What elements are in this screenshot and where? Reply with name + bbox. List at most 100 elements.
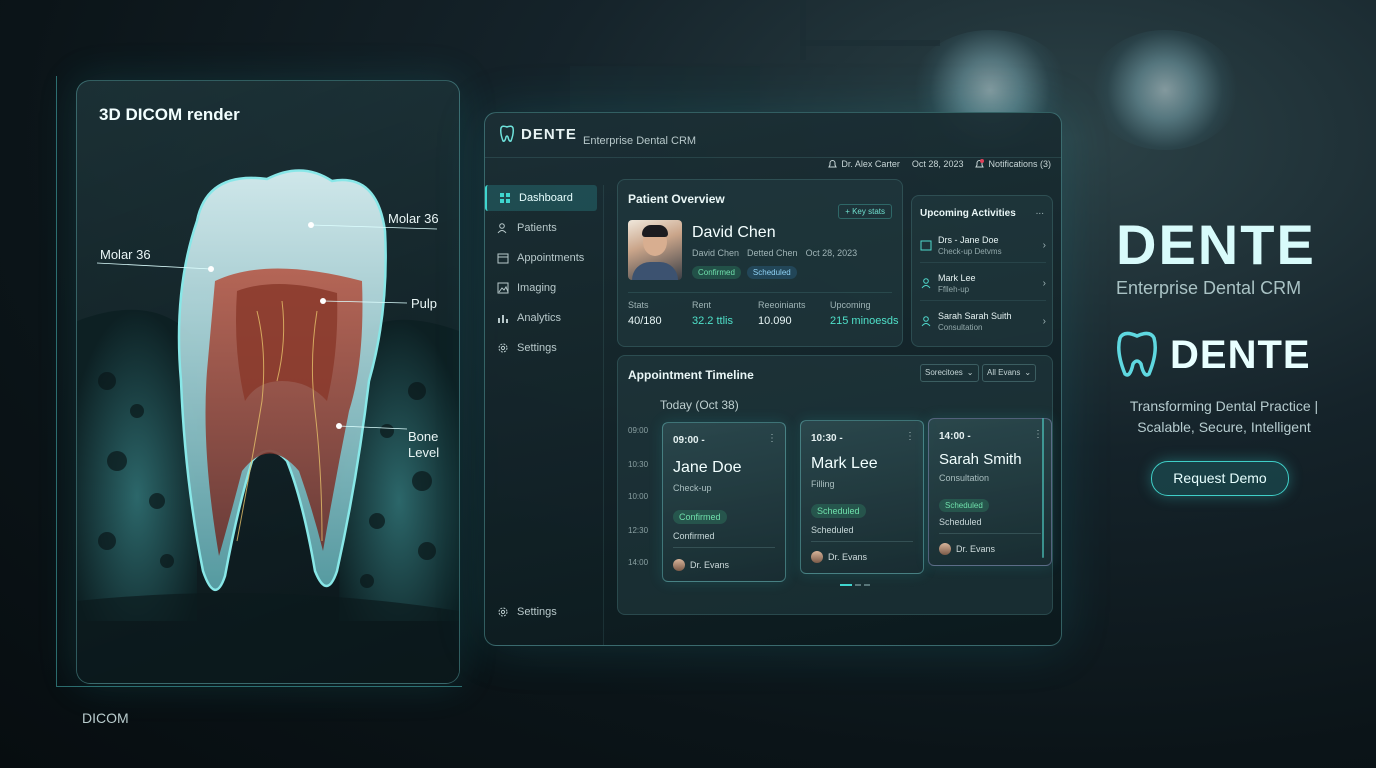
bell-icon <box>828 160 838 168</box>
gear-icon <box>498 343 508 353</box>
current-date: Oct 28, 2023 <box>911 159 964 169</box>
notification-bell-icon <box>975 159 985 168</box>
appointment-doctor-name: Dr. Evans <box>690 560 730 570</box>
appointment-badge-wrap: Scheduled <box>939 495 989 513</box>
request-demo-button[interactable]: Request Demo <box>1151 461 1289 496</box>
notifications-button[interactable]: Notifications (3) <box>975 159 1051 169</box>
appointment-card[interactable]: 09:00 - ⋮ Jane Doe Check-up Confirmed Co… <box>662 422 786 582</box>
kebab-menu-icon[interactable]: ⋮ <box>767 433 777 444</box>
doctor-avatar <box>673 559 685 571</box>
user-menu[interactable]: Dr. Alex Carter <box>828 159 900 169</box>
stat-label: Upcoming <box>830 300 871 310</box>
activity-detail: Fflleh-up <box>938 284 970 294</box>
appointment-patient: Sarah Smith <box>939 451 1022 468</box>
lamp-arm <box>800 0 806 60</box>
appointment-badge-wrap: Scheduled <box>811 501 866 519</box>
sidebar-item-label: Imaging <box>517 282 557 294</box>
appointment-card[interactable]: 10:30 - ⋮ Mark Lee Filling Scheduled Sch… <box>800 420 924 574</box>
stat-value: 10.090 <box>758 315 792 327</box>
pagination-dots[interactable] <box>840 584 870 586</box>
appointment-divider <box>673 547 775 548</box>
sidebar-item-appointments[interactable]: Appointments <box>485 245 603 271</box>
activity-text: Mark Lee Fflleh-up <box>938 273 1037 294</box>
label-pulp: Pulp <box>411 296 438 311</box>
app-logo[interactable]: DENTE <box>499 125 577 143</box>
patient-badges: Confirmed Scheduled <box>692 266 797 279</box>
pagination-dot-active[interactable] <box>840 584 852 586</box>
stat-value: 215 minoesds <box>830 315 899 327</box>
stats-divider <box>628 292 892 293</box>
sidebar-item-imaging[interactable]: Imaging <box>485 275 603 301</box>
chevron-right-icon: › <box>1042 277 1046 289</box>
appointment-doctor-name: Dr. Evans <box>956 544 996 554</box>
top-bar: DENTE Enterprise Dental CRM <box>485 113 1061 158</box>
sidebar-item-patients[interactable]: Patients <box>485 215 603 241</box>
sidebar-item-label: Settings <box>517 606 557 618</box>
timeline-scrollbar[interactable] <box>1042 418 1044 558</box>
lamp-arm-h <box>800 40 940 46</box>
activity-item[interactable]: Sarah Sarah Suith Consultation › <box>920 304 1046 338</box>
upcoming-activities-title: Upcoming Activities <box>920 208 1016 219</box>
patient-meta-date: Oct 28, 2023 <box>805 248 858 258</box>
patient-name[interactable]: David Chen <box>692 224 776 242</box>
activity-text: Sarah Sarah Suith Consultation <box>938 311 1037 332</box>
calendar-icon <box>920 240 932 251</box>
grid-icon <box>500 193 510 203</box>
sidebar-item-label: Appointments <box>517 252 585 264</box>
kebab-menu-icon[interactable]: ⋮ <box>905 431 915 442</box>
activity-detail: Check-up Detvms <box>938 246 1002 256</box>
confirmed-badge: Confirmed <box>692 266 741 279</box>
appointment-badge-wrap: Confirmed <box>673 507 727 525</box>
filter-dropdown-1-value: Sorecitoes <box>925 368 963 377</box>
patient-photo-shoulders <box>632 262 678 280</box>
chevron-down-icon: ⌄ <box>1024 368 1032 377</box>
user-icon <box>921 278 931 289</box>
pagination-dot[interactable] <box>864 584 870 586</box>
appointment-time: 10:30 - <box>811 433 843 444</box>
calendar-icon <box>497 253 509 264</box>
sidebar-item-label: Settings <box>517 342 557 354</box>
appointment-patient: Jane Doe <box>673 459 742 476</box>
brand-headline-subtitle: Enterprise Dental CRM <box>1116 278 1302 298</box>
brand-tagline-line-1: Transforming Dental Practice | <box>1129 398 1319 414</box>
sidebar-item-label: Patients <box>517 222 557 234</box>
sidebar-item-dashboard[interactable]: Dashboard <box>485 185 597 211</box>
appointment-divider <box>811 541 913 542</box>
appointment-status: Scheduled <box>939 517 982 527</box>
sidebar-item-label: Dashboard <box>519 192 573 204</box>
appointment-timeline-title: Appointment Timeline <box>628 368 754 382</box>
activity-name: Drs - Jane Doe <box>938 234 999 245</box>
time-label: 09:00 <box>628 426 649 435</box>
label-bone: Bone <box>408 429 439 444</box>
more-icon[interactable]: ... <box>1036 206 1044 217</box>
app-logo-text: DENTE <box>521 125 577 143</box>
activity-item[interactable]: Drs - Jane Doe Check-up Detvms › <box>920 228 1046 263</box>
pagination-dot[interactable] <box>855 584 861 586</box>
patient-meta-1: David Chen <box>692 248 740 258</box>
sidebar-item-settings[interactable]: Settings <box>485 335 603 361</box>
activity-text: Drs - Jane Doe Check-up Detvms <box>938 235 1037 256</box>
doctor-avatar <box>939 543 951 555</box>
sidebar-item-settings-bottom[interactable]: Settings <box>485 599 569 625</box>
sidebar-item-analytics[interactable]: Analytics <box>485 305 603 331</box>
appointment-doctor-name: Dr. Evans <box>828 552 868 562</box>
bar-chart-icon <box>498 315 508 323</box>
user-icon <box>921 316 931 327</box>
activity-name: Mark Lee <box>938 272 976 283</box>
patient-photo <box>628 220 682 280</box>
user-name: Dr. Alex Carter <box>841 159 900 169</box>
key-stats-button[interactable]: + Key stats <box>838 204 892 219</box>
appointment-doctor: Dr. Evans <box>673 559 729 571</box>
dicom-panel: 3D DICOM render Molar 36 Molar 36 Pulp B… <box>76 80 460 684</box>
appointment-type: Filling <box>811 479 835 489</box>
patient-meta-2: Detted Chen <box>747 248 798 258</box>
sidebar-item-label: Analytics <box>517 312 562 324</box>
filter-dropdown-1[interactable]: Sorecitoes ⌄ <box>920 364 979 382</box>
activity-item[interactable]: Mark Lee Fflleh-up › <box>920 266 1046 301</box>
chevron-down-icon: ⌄ <box>966 368 974 377</box>
patient-overview-title: Patient Overview <box>628 192 725 206</box>
appointment-card[interactable]: 14:00 - ⋮ Sarah Smith Consultation Sched… <box>928 418 1052 566</box>
appointment-time: 09:00 - <box>673 435 705 446</box>
filter-dropdown-2[interactable]: All Evans ⌄ <box>982 364 1037 382</box>
appointment-badge: Scheduled <box>939 499 989 512</box>
